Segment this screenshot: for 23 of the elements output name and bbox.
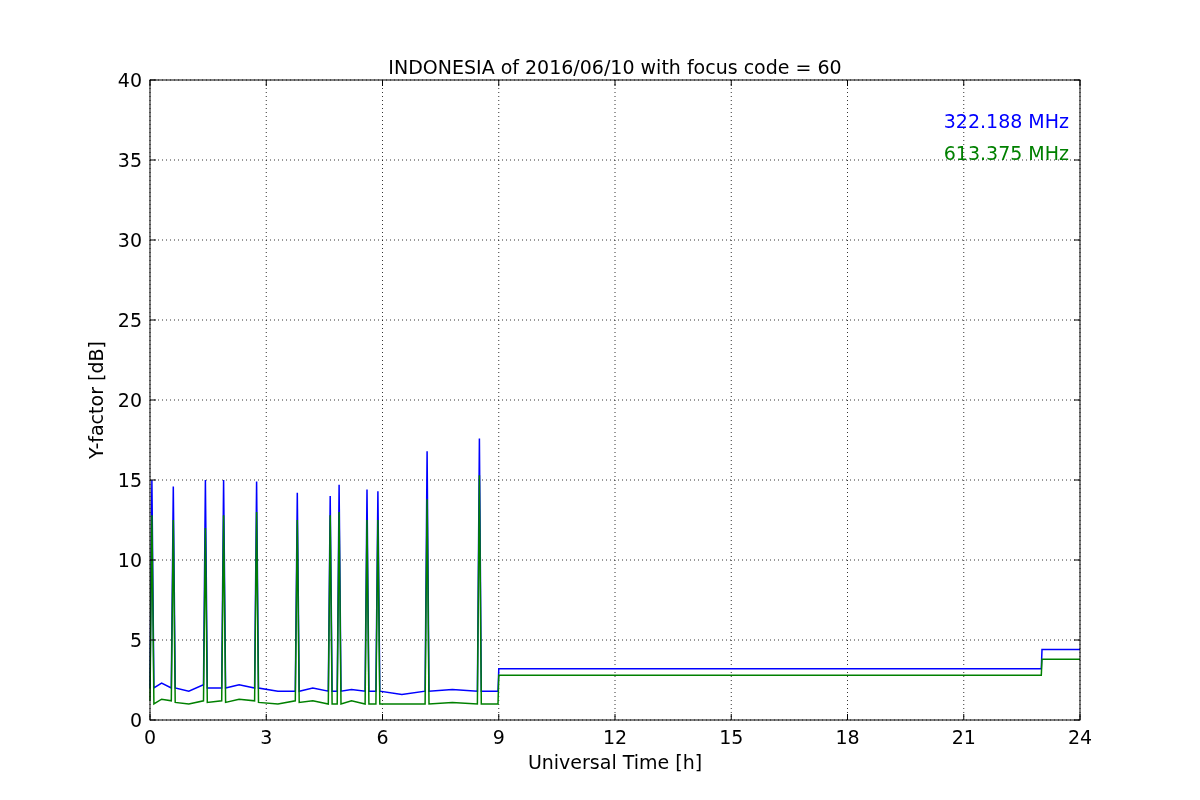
axis-label: Universal Time [h]: [527, 751, 703, 773]
tick-label: 35: [117, 149, 142, 171]
legend-entry: 613.375 MHz: [943, 142, 1069, 164]
tick-label: 15: [719, 726, 744, 748]
axis-label: Y-factor [dB]: [85, 341, 107, 459]
tick-label: 0: [143, 726, 157, 748]
tick-label: 9: [492, 726, 505, 748]
tick-label: 6: [376, 726, 389, 748]
tick-label: 3: [260, 726, 273, 748]
tick-label: 21: [951, 726, 976, 748]
tick-label: 15: [117, 469, 142, 491]
tick-label: 18: [835, 726, 860, 748]
tick-label: 0: [129, 709, 142, 731]
tick-label: 10: [117, 549, 142, 571]
tick-label: 30: [117, 229, 142, 251]
tick-label: 24: [1067, 726, 1093, 748]
legend-entry: 322.188 MHz: [943, 110, 1069, 132]
chart-title: INDONESIA of 2016/06/10 with focus code = 60: [388, 56, 842, 78]
tick-label: 25: [117, 309, 142, 331]
tick-label: 40: [117, 69, 142, 91]
tick-label: 20: [117, 389, 142, 411]
tick-label: 12: [602, 726, 628, 748]
tick-label: 5: [129, 629, 142, 651]
